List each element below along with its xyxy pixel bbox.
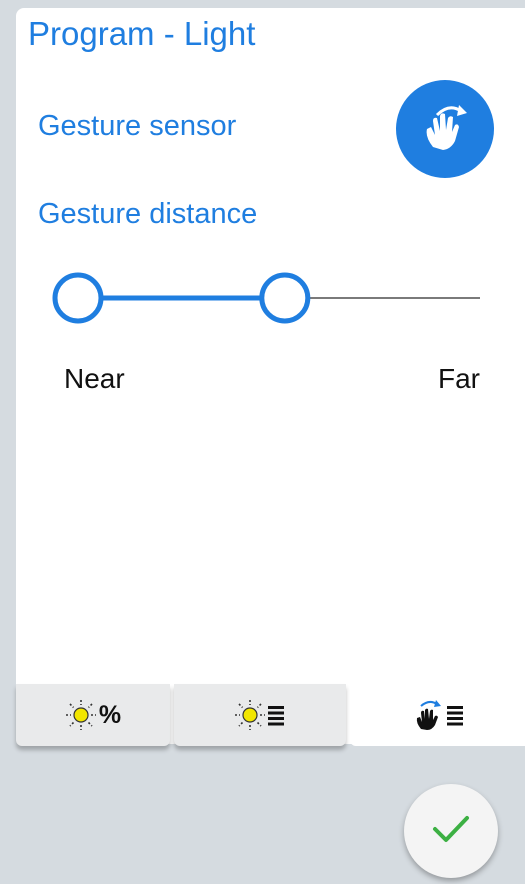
confirm-button[interactable] — [404, 784, 498, 878]
tab-gesture-list[interactable] — [350, 684, 525, 746]
tab-bar: % — [16, 684, 525, 746]
tab-brightness-percent[interactable]: % — [16, 684, 170, 746]
near-label: Near — [64, 363, 125, 394]
sun-icon — [234, 699, 266, 731]
far-label: Far — [438, 363, 480, 394]
hand-wave-icon — [415, 97, 475, 162]
sun-icon — [65, 699, 97, 731]
tab-brightness-list[interactable] — [174, 684, 346, 746]
gesture-distance-slider[interactable] — [52, 272, 480, 324]
gesture-sensor-toggle[interactable] — [396, 80, 494, 178]
gesture-sensor-label: Gesture sensor — [38, 110, 237, 142]
page-title: Program - Light — [28, 15, 256, 52]
slider-thumb-near[interactable] — [52, 272, 104, 324]
list-icon — [445, 703, 465, 727]
slider-thumb-far[interactable] — [259, 272, 311, 324]
program-panel: Program - Light Gesture sensor Gesture d… — [16, 8, 525, 744]
check-icon — [427, 805, 475, 858]
gesture-distance-label: Gesture distance — [38, 198, 258, 230]
list-icon — [266, 703, 286, 727]
hand-wave-icon — [411, 698, 445, 732]
percent-symbol: % — [98, 700, 122, 729]
